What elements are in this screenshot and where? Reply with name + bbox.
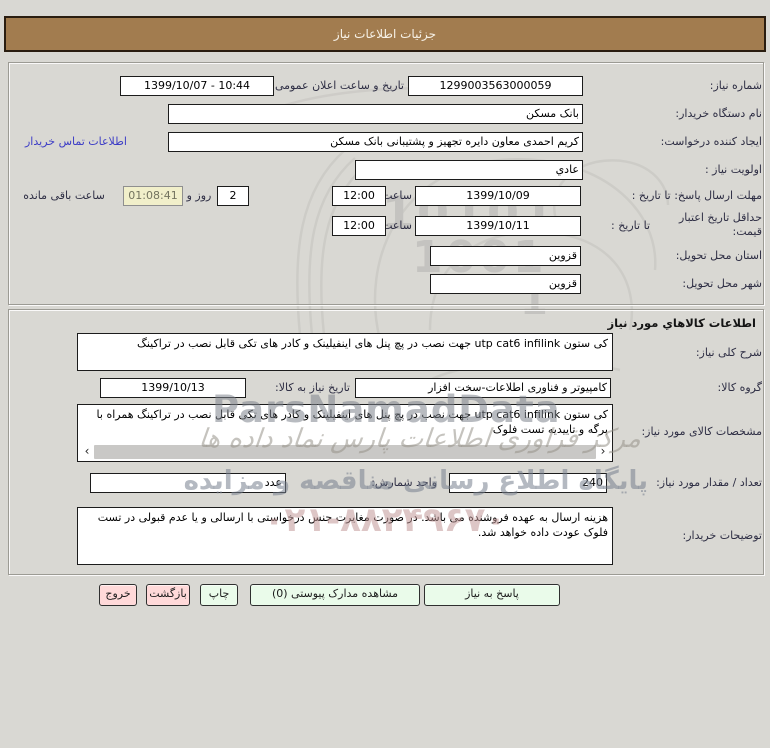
response-deadline-time-field[interactable]: 12:00 [332, 186, 386, 206]
exit-button[interactable]: خروج [99, 584, 137, 606]
specs-textarea[interactable]: کی ستون utp cat6 infilink جهت نصب در پچ … [77, 404, 613, 462]
priority-label: اولویت نیاز : [704, 163, 762, 176]
price-validity-label: حداقل تاریخ اعتبار قیمت: [678, 211, 762, 238]
priority-field[interactable]: عادي [355, 160, 583, 180]
quantity-label: تعداد / مقدار مورد نیاز: [656, 476, 762, 489]
back-button[interactable]: بازگشت [146, 584, 190, 606]
response-deadline-hour-label: ساعت [382, 189, 412, 202]
buyer-org-label: نام دستگاه خریدار: [675, 107, 762, 120]
scroll-right-icon[interactable]: › [596, 445, 610, 459]
buyer-contact-link[interactable]: اطلاعات تماس خریدار [25, 135, 127, 148]
goods-group-label: گروه کالا: [717, 381, 762, 394]
countdown-timer: 01:08:41 [123, 186, 183, 206]
quantity-field[interactable]: 240 [449, 473, 607, 493]
remaining-hours-label: ساعت باقی مانده [23, 189, 105, 202]
need-details-page: 10101 1001 1 جزئیات اطلاعات نیاز شماره ن… [0, 0, 770, 745]
specs-horizontal-scrollbar[interactable]: ‹ › [80, 445, 610, 459]
need-info-frame [8, 62, 764, 305]
delivery-province-field[interactable]: قزوین [430, 246, 581, 266]
need-number-label: شماره نیاز: [709, 79, 762, 92]
need-date-field[interactable]: 1399/10/13 [100, 378, 246, 398]
general-desc-textarea[interactable]: کی ستون utp cat6 infilink جهت نصب در پچ … [77, 333, 613, 371]
goods-section-title: اطلاعات کالاهاي مورد نیاز [607, 316, 756, 330]
buyer-notes-textarea[interactable]: هزینه ارسال به عهده فروشنده می باشد. در … [77, 507, 613, 565]
response-deadline-date-field[interactable]: 1399/10/09 [415, 186, 581, 206]
price-validity-hour-label: ساعت [382, 219, 412, 232]
delivery-city-label: شهر محل تحویل: [682, 277, 762, 290]
general-desc-label: شرح کلی نیاز: [695, 346, 762, 359]
delivery-province-label: استان محل تحویل: [675, 249, 762, 262]
announce-datetime-label: تاریخ و ساعت اعلان عمومی: [271, 79, 404, 92]
specs-label: مشخصات کالای مورد نیاز: [641, 425, 762, 438]
page-title-bar: جزئیات اطلاعات نیاز [4, 16, 766, 52]
buyer-notes-label: توضیحات خریدار: [682, 529, 763, 542]
need-number-field[interactable]: 1299003563000059 [408, 76, 583, 96]
goods-group-field[interactable]: کامپیوتر و فناوری اطلاعات-سخت افزار [355, 378, 611, 398]
unit-field[interactable]: عدد [90, 473, 286, 493]
response-deadline-label: مهلت ارسال پاسخ: تا تاریخ : [631, 189, 762, 202]
buyer-org-field[interactable]: بانک مسکن [168, 104, 583, 124]
request-creator-field[interactable]: کریم احمدی معاون دایره تجهیز و پشتیبانی … [168, 132, 583, 152]
remaining-days-field[interactable]: 2 [217, 186, 249, 206]
announce-datetime-field[interactable]: 1399/10/07 - 10:44 [120, 76, 274, 96]
page-title: جزئیات اطلاعات نیاز [333, 27, 437, 41]
view-attachments-button[interactable]: مشاهده مدارک پیوستی (0) [250, 584, 420, 606]
price-validity-time-field[interactable]: 12:00 [332, 216, 386, 236]
need-date-label: تاریخ نیاز به کالا: [275, 381, 350, 394]
specs-text: کی ستون utp cat6 infilink جهت نصب در پچ … [96, 408, 608, 436]
scroll-left-icon[interactable]: ‹ [80, 445, 94, 459]
price-validity-until-label: تا تاریخ : [611, 219, 650, 232]
price-validity-date-field[interactable]: 1399/10/11 [415, 216, 581, 236]
unit-label: واحد شمارش: [371, 476, 437, 489]
remaining-days-label: روز و [186, 189, 212, 202]
respond-to-need-button[interactable]: پاسخ به نیاز [424, 584, 560, 606]
print-button[interactable]: چاپ [200, 584, 238, 606]
request-creator-label: ایجاد کننده درخواست: [660, 135, 762, 148]
delivery-city-field[interactable]: قزوین [430, 274, 581, 294]
scrollbar-thumb[interactable] [94, 445, 596, 459]
